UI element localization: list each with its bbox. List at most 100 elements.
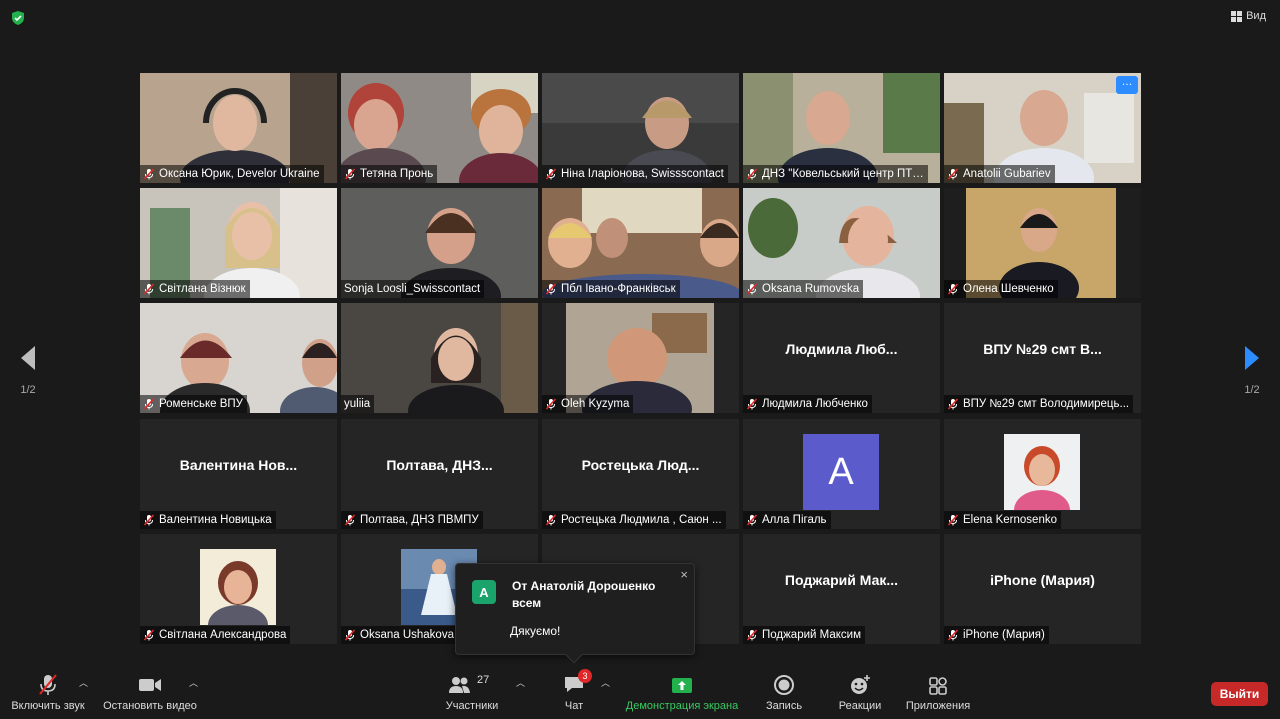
close-icon[interactable]: ×	[680, 567, 688, 582]
unmute-label: Включить звук	[11, 700, 85, 712]
muted-mic-icon	[746, 283, 758, 295]
muted-mic-icon	[746, 514, 758, 526]
participant-name: ДНЗ "Ковельський центр ПТ…	[743, 165, 928, 183]
participant-tile[interactable]: Валентина Нов... Валентина Новицька	[140, 419, 337, 529]
participant-avatar	[200, 549, 276, 625]
video-options-caret[interactable]: ︿	[189, 676, 198, 689]
apps-icon	[929, 677, 947, 695]
participant-display-name: Валентина Нов...	[179, 457, 298, 473]
participant-tile[interactable]: Oleh Kyzyma	[542, 303, 739, 413]
participant-display-name: iPhone (Мария)	[990, 572, 1095, 588]
chat-notification[interactable]: A От Анатолій Дорошенко всем Дякуємо! ×	[455, 563, 695, 664]
previous-page-button[interactable]: 1/2	[8, 345, 48, 396]
participant-tile[interactable]: ДНЗ "Ковельський центр ПТ…	[743, 73, 940, 183]
participant-tile[interactable]: Оксана Юрик, Develor Ukraine	[140, 73, 337, 183]
view-label: Вид	[1246, 10, 1266, 22]
muted-mic-icon	[947, 283, 959, 295]
apps-button[interactable]: Приложения	[902, 672, 974, 712]
participants-count: 27	[477, 674, 490, 686]
stop-video-button[interactable]: Остановить видео	[100, 672, 200, 712]
participant-tile[interactable]: ВПУ №29 смт В... ВПУ №29 смт Володимирец…	[944, 303, 1141, 413]
chat-button[interactable]: 3 Чат	[550, 669, 598, 712]
participant-tile[interactable]: Ростецька Люд... Ростецька Людмила , Саю…	[542, 419, 739, 529]
participants-options-caret[interactable]: ︿	[516, 676, 525, 689]
participant-name: Anatolii Gubariev	[944, 165, 1055, 183]
participant-name: Поджарий Максим	[743, 626, 865, 644]
arrow-right-icon	[1245, 346, 1259, 370]
meeting-toolbar: Включить звук ︿ Остановить видео ︿ 27 Уч…	[0, 664, 1280, 719]
participant-tile[interactable]: iPhone (Мария) iPhone (Мария)	[944, 534, 1141, 644]
participant-tile[interactable]: Полтава, ДНЗ... Полтава, ДНЗ ПВМПУ	[341, 419, 538, 529]
muted-mic-icon	[545, 168, 557, 180]
participant-tile[interactable]: Oksana Rumovska	[743, 188, 940, 298]
apps-label: Приложения	[905, 700, 971, 712]
participant-tile[interactable]: Роменське ВПУ	[140, 303, 337, 413]
participant-name: Ростецька Людмила , Саюн ...	[542, 511, 726, 529]
audio-options-caret[interactable]: ︿	[79, 676, 88, 689]
page-indicator-left: 1/2	[20, 384, 36, 396]
chat-sender: От Анатолій Дорошенко всем	[512, 579, 656, 610]
more-options-button[interactable]: …	[1116, 76, 1138, 94]
participant-name: Оксана Юрик, Develor Ukraine	[140, 165, 324, 183]
participants-button[interactable]: 27 Участники	[432, 672, 512, 712]
page-indicator-right: 1/2	[1244, 384, 1260, 396]
participant-name: Роменське ВПУ	[140, 395, 247, 413]
participant-name: Тетяна Пронь	[341, 165, 438, 183]
muted-microphone-icon	[39, 674, 57, 695]
muted-mic-icon	[947, 629, 959, 641]
participant-name: Пбл Івано-Франківськ	[542, 280, 680, 298]
participant-tile[interactable]: Світлана Александрова	[140, 534, 337, 644]
muted-mic-icon	[746, 629, 758, 641]
participant-tile[interactable]: Elena Kernosenko	[944, 419, 1141, 529]
participant-tile[interactable]: A Алла Пігаль	[743, 419, 940, 529]
participant-name: Олена Шевченко	[944, 280, 1058, 298]
participant-name: Oksana Rumovska	[743, 280, 864, 298]
participant-name: yuliia	[341, 395, 375, 413]
muted-mic-icon	[143, 398, 155, 410]
participant-tile[interactable]: Ніна Іларіонова, Swissscontact	[542, 73, 739, 183]
share-screen-button[interactable]: Демонстрация экрана	[620, 672, 744, 712]
participant-name: Полтава, ДНЗ ПВМПУ	[341, 511, 483, 529]
zoom-meeting-window: Вид 1/2 1/2 Оксана Юрик, Develor Ukraine…	[0, 0, 1280, 719]
reactions-emoji-icon	[851, 675, 870, 694]
reactions-button[interactable]: Реакции	[832, 672, 888, 712]
participant-name: Алла Пігаль	[743, 511, 831, 529]
muted-mic-icon	[344, 629, 356, 641]
participant-tile[interactable]: … Anatolii Gubariev	[944, 73, 1141, 183]
participant-tile-active-speaker[interactable]: yuliia	[341, 303, 538, 413]
stop-video-label: Остановить видео	[103, 700, 197, 712]
participants-label: Участники	[445, 700, 499, 712]
record-button[interactable]: Запись	[758, 672, 810, 712]
muted-mic-icon	[143, 514, 155, 526]
participant-tile[interactable]: Sonja Loosli_Swisscontact	[341, 188, 538, 298]
participant-name: Валентина Новицька	[140, 511, 276, 529]
participant-name: Sonja Loosli_Swisscontact	[341, 280, 485, 298]
participant-tile[interactable]: Людмила Люб... Людмила Любченко	[743, 303, 940, 413]
gallery-grid: Оксана Юрик, Develor Ukraine Тетяна Прон…	[140, 73, 1141, 645]
participant-tile[interactable]: Поджарий Мак... Поджарий Максим	[743, 534, 940, 644]
chat-label: Чат	[564, 700, 584, 712]
leave-meeting-button[interactable]: Выйти	[1211, 682, 1268, 706]
muted-mic-icon	[746, 168, 758, 180]
chat-options-caret[interactable]: ︿	[601, 676, 610, 689]
participant-name: Elena Kernosenko	[944, 511, 1061, 529]
share-screen-label: Демонстрация экрана	[625, 700, 739, 712]
view-button[interactable]: Вид	[1231, 10, 1266, 22]
muted-mic-icon	[545, 283, 557, 295]
participant-display-name: ВПУ №29 смт В...	[983, 341, 1102, 357]
muted-mic-icon	[143, 283, 155, 295]
participant-display-name: Ростецька Люд...	[581, 457, 700, 473]
participant-display-name: Полтава, ДНЗ...	[386, 457, 493, 473]
muted-mic-icon	[344, 168, 356, 180]
participant-tile[interactable]: Олена Шевченко	[944, 188, 1141, 298]
participant-name: Oleh Kyzyma	[542, 395, 634, 413]
participant-tile[interactable]: Пбл Івано-Франківськ	[542, 188, 739, 298]
participant-avatar: A	[803, 434, 879, 510]
chat-message: Дякуємо!	[510, 624, 561, 638]
security-shield-icon[interactable]	[10, 10, 26, 26]
participants-icon	[449, 677, 470, 693]
muted-mic-icon	[143, 629, 155, 641]
next-page-button[interactable]: 1/2	[1232, 345, 1272, 396]
participant-tile[interactable]: Тетяна Пронь	[341, 73, 538, 183]
participant-tile[interactable]: Світлана Візнюк	[140, 188, 337, 298]
